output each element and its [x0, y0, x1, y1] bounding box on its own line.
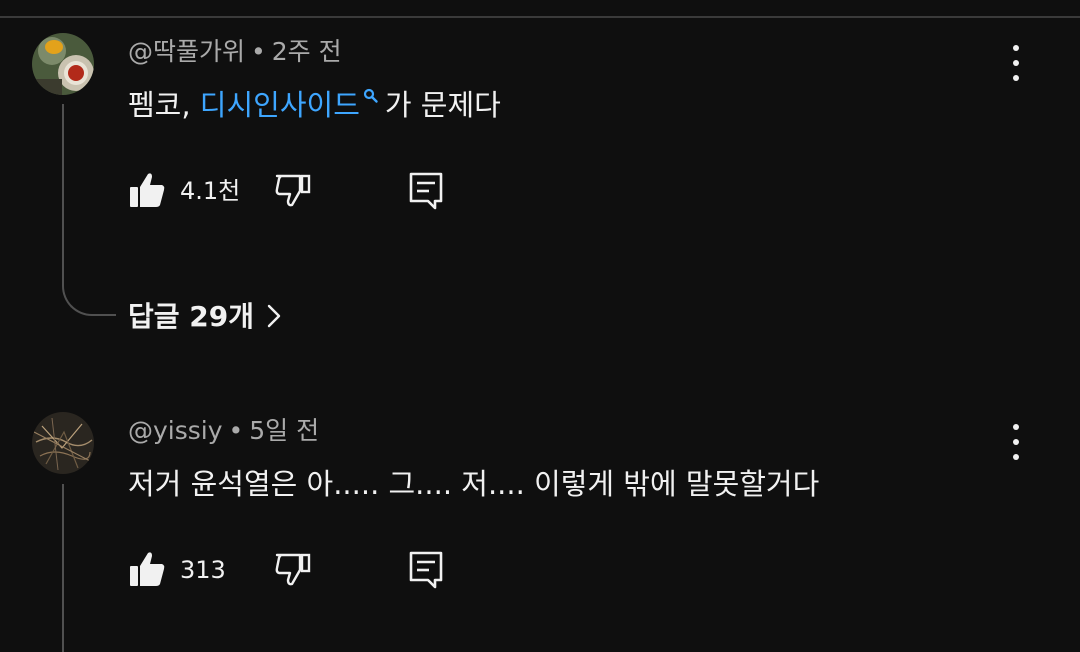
author-name[interactable]: @딱풀가위 [128, 37, 245, 66]
comment-time: 5일 전 [249, 416, 320, 445]
comment-text-before: 펨코, [128, 88, 200, 122]
like-count: 313 [180, 556, 226, 584]
thread-curve [62, 268, 116, 316]
replies-label[interactable]: 답글 29개 [128, 300, 254, 333]
thumbs-up-icon [130, 173, 165, 207]
chevron-right-icon [267, 304, 281, 328]
avatar[interactable] [32, 412, 94, 474]
more-options-button[interactable] [1004, 45, 1028, 81]
comment-meta: @yissiy • 5일 전 [128, 416, 319, 446]
comment-actions: 4.1천 [128, 171, 488, 211]
meta-separator: • [228, 416, 244, 445]
like-count: 4.1천 [180, 177, 241, 205]
comment-text: 펨코, 디시인사이드 가 문제다 [128, 87, 501, 123]
reply-button[interactable] [407, 550, 445, 594]
comment-actions: 313 [128, 550, 488, 590]
reply-comment-icon [409, 172, 443, 210]
search-link-label[interactable]: 디시인사이드 [200, 88, 360, 122]
author-name[interactable]: @yissiy [128, 416, 223, 445]
comment-meta: @딱풀가위 • 2주 전 [128, 37, 342, 67]
like-button[interactable] [128, 550, 166, 592]
avatar[interactable] [32, 33, 94, 95]
more-vertical-icon [1013, 45, 1019, 51]
dislike-button[interactable] [274, 171, 312, 213]
search-icon [363, 88, 378, 103]
comment-time: 2주 전 [271, 37, 342, 66]
search-link[interactable]: 디시인사이드 [200, 88, 385, 122]
more-vertical-icon [1013, 424, 1019, 430]
thread-line [62, 104, 64, 268]
thumbs-down-icon [275, 174, 311, 207]
comment-text-after: 가 문제다 [384, 88, 501, 122]
meta-separator: • [251, 37, 266, 66]
reply-button[interactable] [407, 171, 445, 215]
top-divider [0, 16, 1080, 18]
thumbs-down-icon [275, 553, 311, 586]
view-replies-button[interactable]: 답글 29개 [128, 300, 282, 334]
dislike-button[interactable] [274, 550, 312, 592]
reply-comment-icon [409, 551, 443, 589]
comment-text: 저거 윤석열은 아..... 그.... 저.... 이렇게 밖에 말못할거다 [128, 467, 820, 501]
like-button[interactable] [128, 171, 166, 213]
thread-line [62, 484, 64, 652]
thumbs-up-icon [130, 552, 165, 586]
more-options-button[interactable] [1004, 424, 1028, 460]
